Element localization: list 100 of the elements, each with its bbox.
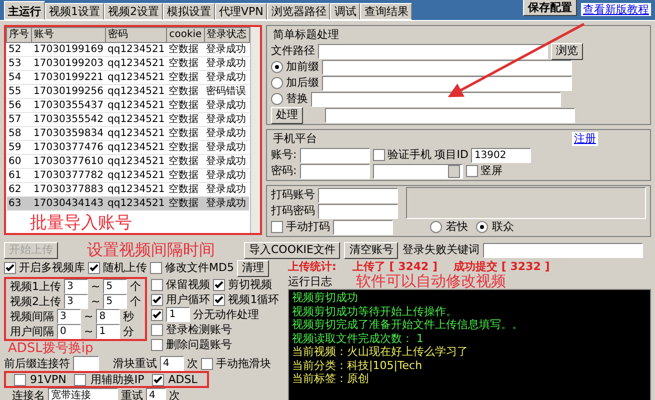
checkbox[interactable] [213,294,226,306]
tab[interactable]: 模拟设置 [163,2,215,20]
password-field[interactable] [300,164,370,178]
column-header[interactable]: cookie [166,28,204,42]
table-cell: 17030377610 [32,154,106,168]
unit-label: 个 [130,294,142,308]
checkbox[interactable] [151,338,164,350]
number-field[interactable]: 4 [146,388,166,400]
tab[interactable]: 代理VPN [215,2,268,20]
joiner-field[interactable] [73,356,99,371]
tab[interactable]: 视频2设置 [104,2,163,20]
radio-button[interactable] [271,93,283,105]
clean-button[interactable]: 清理 [236,260,269,276]
table-cell: 登录成功 [204,196,250,210]
browse-button[interactable]: 浏览 [551,42,583,60]
table-cell: 登录成功 [204,154,250,168]
radio-button[interactable] [271,77,283,89]
number-field[interactable]: 8 [96,309,120,324]
range-separator: ~ [84,324,94,338]
annotation-text: 设置视频间隔时间 [87,242,215,258]
tab[interactable]: 视频1设置 [45,2,104,20]
checkbox[interactable] [201,358,213,370]
checkbox-label: 91VPN [30,372,66,386]
checkbox[interactable] [466,165,478,177]
number-field[interactable]: 1 [96,324,120,339]
account-field[interactable] [300,148,370,162]
checkbox[interactable] [4,262,16,274]
process-button[interactable]: 处理 [271,106,303,124]
checkbox[interactable] [151,308,164,320]
checkbox[interactable] [14,374,26,386]
captcha-account-field[interactable] [318,188,398,202]
checkbox[interactable] [151,294,164,306]
tab[interactable]: 调试 [330,2,360,20]
checkbox-label: 修改文件MD5 [165,261,234,275]
table-cell: 登录成功 [204,56,250,70]
project-id-field[interactable]: 13902 [471,148,532,162]
radio-button[interactable] [476,221,488,233]
register-link[interactable]: 注册 [572,132,598,146]
checkbox[interactable] [88,262,100,274]
number-field[interactable]: 5 [103,279,128,294]
text-field[interactable] [333,220,393,234]
text-field[interactable] [325,108,575,122]
success-count: 成功提交 [ 3232 ] [454,260,550,274]
number-field[interactable]: 0 [57,324,81,339]
checkbox-label: 视频1循环 [228,292,280,306]
table-cell: 密码错误 [204,84,250,98]
save-config-button[interactable]: 保存配置 [523,0,577,16]
tab[interactable]: 主运行 [4,0,45,20]
log-line: 视频读取文件完成次数： 1 [292,332,424,345]
tutorial-link[interactable]: 查看新版教程 [581,2,651,16]
checkbox[interactable] [74,374,86,386]
radio-label: 加后缀 [286,76,319,90]
connection-field[interactable]: 宽带连接 [48,388,118,400]
text-field[interactable] [322,76,572,90]
checkbox[interactable] [372,149,385,161]
checkbox-label: 手动打码 [286,220,330,234]
table-cell: 17030355542 [32,112,106,126]
checkbox[interactable] [150,262,162,274]
tab[interactable]: 浏览器路径 [267,2,330,20]
table-cell: 登录成功 [204,42,250,56]
number-field[interactable]: 5 [103,294,128,309]
number-field[interactable]: 3 [64,279,88,294]
column-header[interactable]: 密码 [106,28,167,42]
number-field[interactable]: 3 [57,309,81,324]
table-cell: 55 [6,84,32,98]
text-field[interactable] [322,60,572,74]
checkbox[interactable] [213,278,226,290]
number-field[interactable]: 3 [64,294,88,309]
checkbox-label: 分无动作处理 [193,308,260,322]
tab[interactable]: 查询结果 [360,2,412,20]
unit-label: 个 [130,280,142,294]
scrollbar[interactable] [250,27,260,233]
unit-label: 分 [123,324,134,338]
checkbox-label: 用辅助换IP [90,372,144,386]
field-label: 视频2上传 [10,294,61,308]
table-cell: 空数据 [166,98,204,112]
checkbox[interactable] [151,324,164,336]
text-field[interactable] [311,92,561,106]
column-header[interactable]: 账号 [32,28,106,42]
number-field[interactable]: 1 [166,307,190,322]
field-label: 账号: [271,148,297,162]
table-cell: qq1234521 [106,154,167,168]
annotation-text: ADSL拨号换ip [8,342,94,355]
table-cell: 空数据 [166,196,204,210]
dropdown[interactable] [372,164,463,178]
clear-accounts-button[interactable]: 清空账号 [344,242,398,258]
keyword-field[interactable] [483,242,644,258]
column-header[interactable]: 序号 [6,28,32,42]
radio-button[interactable] [271,61,283,73]
file-path-field[interactable] [318,44,548,58]
table-cell: 17030377782 [32,168,106,182]
column-header[interactable]: 登录状态 [204,28,250,42]
captcha-password-field[interactable] [318,204,398,218]
table-cell: qq1234521 [106,98,167,112]
radio-button[interactable] [430,221,442,233]
checkbox[interactable] [151,278,164,290]
checkbox[interactable] [271,221,283,233]
number-field[interactable]: 4 [160,356,184,371]
checkbox[interactable] [152,374,164,386]
import-cookie-button[interactable]: 导入COOKIE文件 [244,242,340,258]
